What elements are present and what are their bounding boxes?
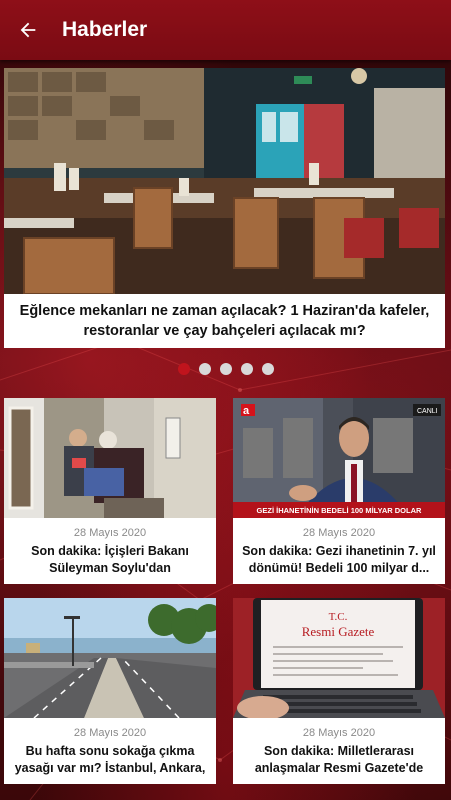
news-card[interactable]: a CANLI GEZİ İHANETİNİN BEDELİ 100 MİLYA… xyxy=(233,398,445,584)
carousel-dot-5[interactable] xyxy=(261,363,274,375)
carousel-dot-2[interactable] xyxy=(198,363,211,375)
news-card-image: a CANLI GEZİ İHANETİNİN BEDELİ 100 MİLYA… xyxy=(233,398,445,518)
news-card-image: T.C. Resmi Gazete xyxy=(233,598,445,718)
news-card-title: Bu hafta sonu sokağa çıkma yasağı var mı… xyxy=(14,744,206,775)
news-card-image xyxy=(4,598,216,718)
featured-news-title: Eğlence mekanları ne zaman açılacak? 1 H… xyxy=(19,303,430,339)
carousel-dot-4[interactable] xyxy=(240,363,253,375)
carousel-pagination xyxy=(0,363,451,377)
carousel-dot-1[interactable] xyxy=(177,363,190,375)
news-card[interactable]: 28 Mayıs 2020 Bu hafta sonu sokağa çıkma… xyxy=(4,598,216,784)
news-card-title: Son dakika: Milletlerarası anlaşmalar Re… xyxy=(254,744,424,775)
paper-line-2: Resmi Gazete xyxy=(302,624,375,639)
news-card-image xyxy=(4,398,216,518)
paper-line-1: T.C. xyxy=(329,611,348,623)
back-button[interactable] xyxy=(0,0,56,60)
featured-news[interactable]: Eğlence mekanları ne zaman açılacak? 1 H… xyxy=(4,68,445,348)
news-card[interactable]: 28 Mayıs 2020 Son dakika: İçişleri Bakan… xyxy=(4,398,216,584)
channel-logo: a xyxy=(243,405,250,417)
news-card-title: Son dakika: İçişleri Bakanı Süleyman Soy… xyxy=(31,544,189,575)
news-banner: GEZİ İHANETİNİN BEDELİ 100 MİLYAR DOLAR xyxy=(257,506,422,515)
live-badge: CANLI xyxy=(417,408,438,415)
page-title: Haberler xyxy=(62,18,148,41)
featured-news-image xyxy=(4,68,445,294)
news-card-date: 28 Mayıs 2020 xyxy=(302,727,376,739)
app-bar: Haberler xyxy=(0,0,451,60)
news-card[interactable]: T.C. Resmi Gazete 28 Mayıs 2020 Son daki… xyxy=(233,598,445,784)
news-card-date: 28 Mayıs 2020 xyxy=(73,727,147,739)
news-card-date: 28 Mayıs 2020 xyxy=(73,527,147,539)
arrow-left-icon xyxy=(20,22,36,38)
carousel-dot-3[interactable] xyxy=(219,363,232,375)
news-card-title: Son dakika: Gezi ihanetinin 7. yıl dönüm… xyxy=(242,544,436,575)
news-card-date: 28 Mayıs 2020 xyxy=(302,527,376,539)
